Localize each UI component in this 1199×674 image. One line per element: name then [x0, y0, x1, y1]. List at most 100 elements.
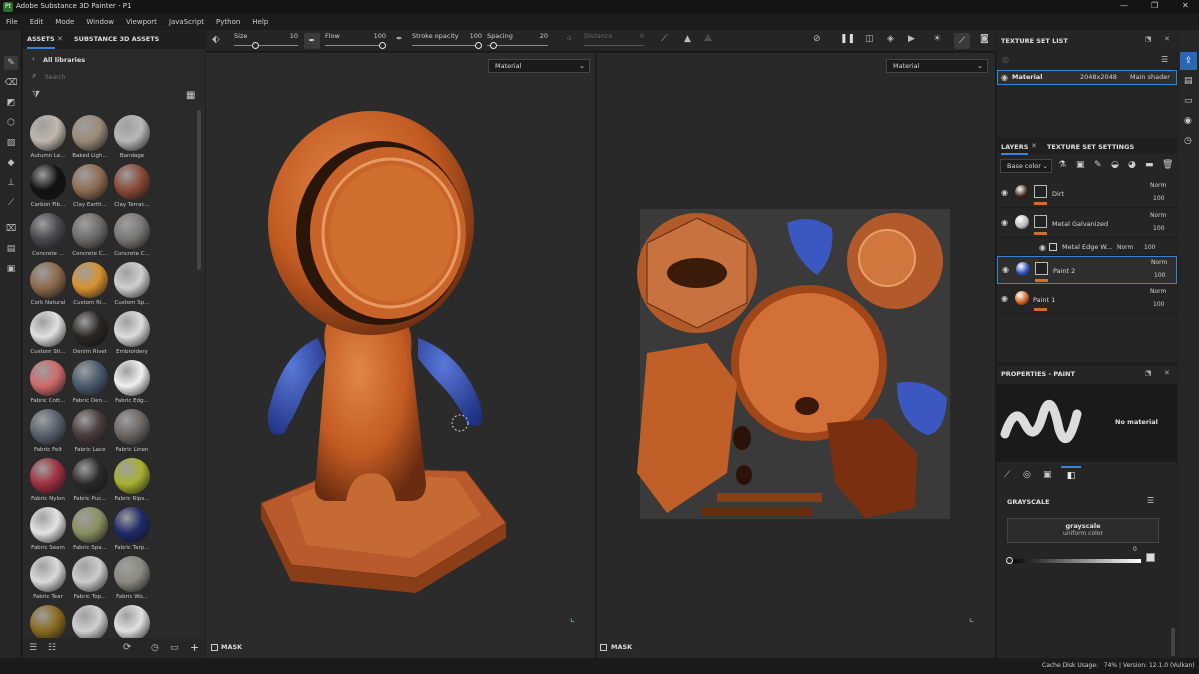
tab-layers[interactable]: LAYERS — [1001, 143, 1029, 155]
color-picker-icon[interactable]: ⟋ — [4, 196, 18, 210]
mask-checkbox[interactable] — [211, 644, 218, 651]
paint-brush-icon[interactable]: ✎ — [4, 56, 18, 70]
grid-view-icon[interactable]: ▦ — [186, 90, 195, 101]
asset-thumbnail[interactable]: Fabric Den... — [68, 360, 112, 408]
blend-mode[interactable]: Norm — [1150, 288, 1166, 295]
menu-window[interactable]: Window — [80, 14, 120, 30]
eye-icon[interactable]: ◉ — [1001, 294, 1008, 303]
asset-thumbnail[interactable]: Custom Ri... — [68, 262, 112, 310]
layer-opacity[interactable]: 100 — [1153, 301, 1164, 308]
blend-mode[interactable]: Norm — [1150, 212, 1166, 219]
mask-2d-checkbox[interactable] — [600, 644, 607, 651]
asset-thumbnail[interactable]: Fabric Tarp... — [110, 507, 154, 555]
asset-thumbnail[interactable]: Fabric Lace — [68, 409, 112, 457]
grayscale-value[interactable]: 0 — [1133, 546, 1137, 553]
folder-icon[interactable]: ▭ — [170, 643, 179, 653]
viewport-3d[interactable]: Material ⌄ ⌞ MASK — [206, 53, 596, 658]
asset-thumbnail[interactable]: Custom Sti... — [26, 311, 70, 359]
tab-substance-assets[interactable]: SUBSTANCE 3D ASSETS — [74, 30, 159, 49]
close-panel-icon[interactable]: ✕ — [1164, 35, 1170, 43]
asset-thumbnail[interactable]: Fabric Cott... — [26, 360, 70, 408]
spacing-slider-handle[interactable] — [490, 42, 497, 49]
eye-icon[interactable]: ◉ — [1001, 188, 1008, 197]
symmetry-icon[interactable]: ▲ — [684, 34, 691, 44]
library-selector[interactable]: All libraries — [43, 56, 85, 64]
asset-thumbnail[interactable]: Concrete C... — [68, 213, 112, 261]
asset-thumbnail[interactable]: Custom Sp... — [110, 262, 154, 310]
distance-value[interactable]: 0 — [624, 32, 644, 40]
geometry-mask-icon[interactable]: ⬡ — [4, 116, 18, 130]
stencil-tab-icon[interactable]: ▣ — [1043, 470, 1052, 480]
material-tab-icon[interactable]: ◧ — [1061, 466, 1081, 484]
clone-stamp-icon[interactable]: ⊥ — [4, 176, 18, 190]
asset-thumbnail[interactable]: Fabric Spa... — [68, 507, 112, 555]
close-button[interactable]: ✕ — [1182, 1, 1189, 10]
asset-thumbnail[interactable]: Baked Ligh... — [68, 115, 112, 163]
grayscale-gradient-slider[interactable] — [1009, 559, 1141, 563]
layer-mask-thumbnail[interactable] — [1034, 185, 1047, 198]
layer-row[interactable]: ◉ Paint 2 Norm 100 — [997, 256, 1177, 284]
layer-mask-thumbnail[interactable] — [1035, 262, 1048, 275]
chevron-right-icon[interactable]: › — [32, 55, 35, 63]
layer-opacity[interactable]: 100 — [1153, 225, 1164, 232]
visibility-off-icon[interactable]: ⊘ — [813, 34, 821, 44]
flow-value[interactable]: 100 — [366, 32, 386, 40]
asset-thumbnail[interactable]: Fabric Top... — [68, 556, 112, 604]
minimize-button[interactable]: — — [1120, 1, 1128, 10]
asset-thumbnail[interactable]: Concrete C... — [110, 213, 154, 261]
add-smart-material-icon[interactable]: ◕ — [1128, 160, 1136, 170]
asset-thumbnail[interactable]: Fabric Felt — [26, 409, 70, 457]
details-view-icon[interactable]: ☷ — [48, 643, 56, 653]
object-icon[interactable]: ◈ — [887, 34, 894, 44]
eye-icon[interactable]: ◉ — [1002, 265, 1009, 274]
add-effect-icon[interactable]: ⚗ — [1058, 160, 1066, 170]
blend-mode[interactable]: Norm — [1117, 244, 1133, 251]
alpha-tab-icon[interactable]: ◎ — [1023, 470, 1031, 480]
layer-opacity[interactable]: 100 — [1153, 195, 1164, 202]
display-icon[interactable]: ▭ — [1184, 96, 1193, 106]
layer-opacity[interactable]: 100 — [1154, 272, 1165, 279]
grayscale-resource-box[interactable]: grayscale uniform color — [1007, 518, 1159, 543]
asset-thumbnail[interactable]: Fabric Rips... — [110, 458, 154, 506]
search-input[interactable] — [45, 72, 195, 83]
layer-mask-thumbnail[interactable] — [1034, 215, 1047, 228]
maximize-button[interactable]: ❐ — [1151, 1, 1158, 10]
size-slider-handle[interactable] — [252, 42, 259, 49]
share-icon[interactable]: ⇪ — [1180, 52, 1197, 70]
grayscale-slider-handle[interactable] — [1006, 557, 1013, 564]
asset-thumbnail[interactable]: Concrete ... — [26, 213, 70, 261]
asset-thumbnail[interactable]: Fabric Tear — [26, 556, 70, 604]
eye-icon[interactable]: ◉ — [1001, 73, 1008, 82]
filter-icon[interactable]: ⧩ — [32, 90, 40, 100]
add-mask-icon[interactable]: ▣ — [1076, 160, 1085, 170]
add-icon[interactable]: + — [190, 641, 199, 654]
eye-icon[interactable]: ◉ — [1001, 218, 1008, 227]
asset-thumbnail[interactable]: Carbon Fib... — [26, 164, 70, 212]
close-tab-icon[interactable]: ✕ — [57, 35, 63, 43]
add-paint-layer-icon[interactable]: ✎ — [1094, 160, 1102, 170]
layer-row[interactable]: ◉ Metal Edge W... Norm 100 — [997, 240, 1177, 256]
stroke-opacity-handle[interactable] — [475, 42, 482, 49]
hide-icon[interactable]: ◎ — [1002, 55, 1009, 64]
tab-assets[interactable]: ASSETS — [27, 30, 55, 49]
eraser-icon[interactable]: ⌫ — [4, 76, 18, 90]
asset-thumbnail[interactable]: Embroidery — [110, 311, 154, 359]
history-icon[interactable]: ◷ — [151, 643, 159, 653]
add-folder-icon[interactable]: ▬ — [1145, 160, 1154, 170]
brush-tab-icon[interactable]: ⟋ — [1004, 470, 1010, 480]
view-mode-icon[interactable]: ◫ — [865, 34, 874, 44]
shader-icon[interactable]: ◉ — [1184, 116, 1192, 126]
flow-slider-track[interactable] — [325, 45, 386, 46]
menu-viewport[interactable]: Viewport — [120, 14, 163, 30]
pen-pressure-icon[interactable]: ✒ — [304, 33, 320, 49]
close-panel-icon[interactable]: ✕ — [1164, 369, 1170, 377]
asset-thumbnail[interactable]: Autumn Le... — [26, 115, 70, 163]
section-menu-icon[interactable]: ☰ — [1147, 496, 1154, 505]
stroke-opacity-track[interactable] — [412, 45, 482, 46]
assets-scrollbar[interactable] — [197, 110, 201, 270]
float-panel-icon[interactable]: ⬔ — [1145, 35, 1152, 43]
texture-set-row[interactable]: ◉ Material 2048x2048 Main shader — [997, 70, 1177, 85]
asset-thumbnail[interactable]: Fabric Wo... — [110, 556, 154, 604]
asset-thumbnail[interactable]: Clay Terrac... — [110, 164, 154, 212]
refresh-icon[interactable]: ⟳ — [123, 642, 131, 653]
